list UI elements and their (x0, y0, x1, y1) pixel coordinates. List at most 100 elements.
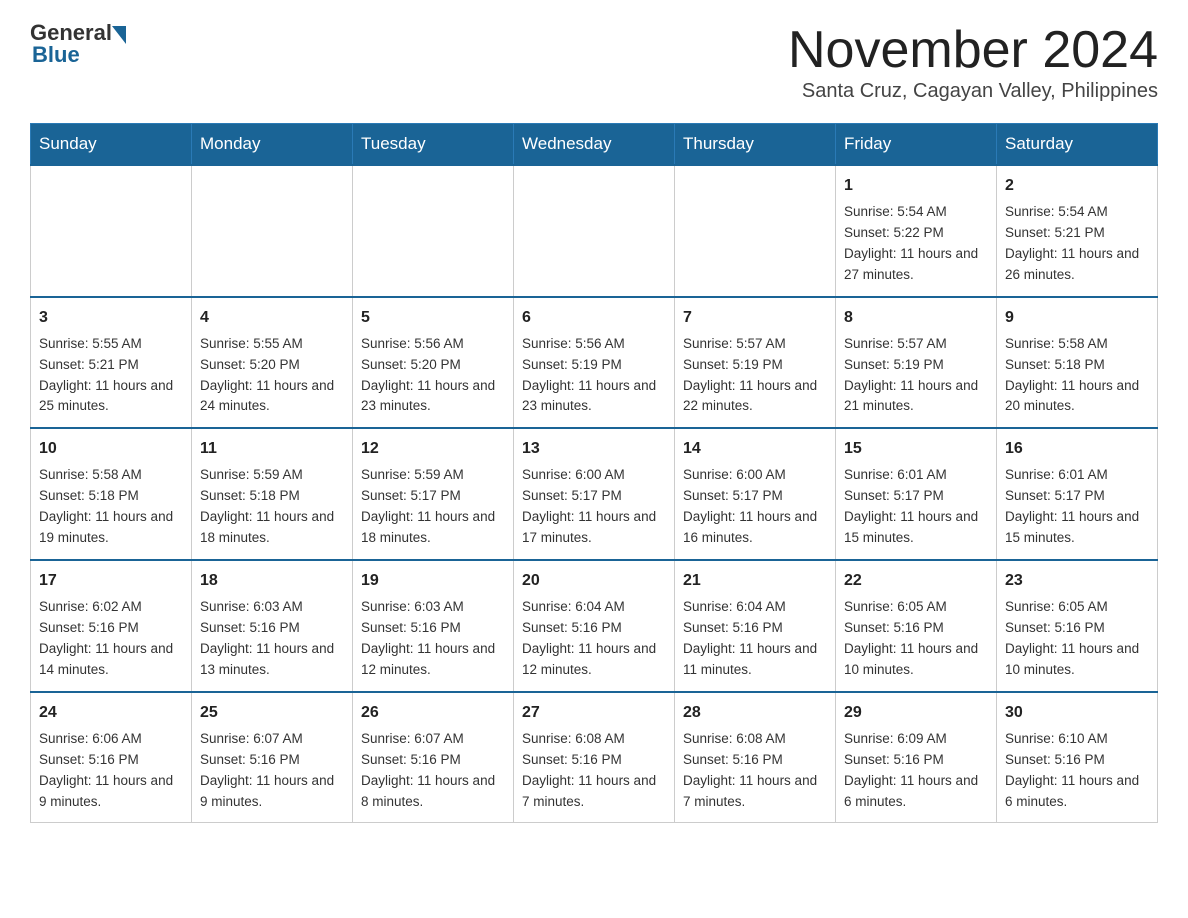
day-info: Sunrise: 5:55 AM Sunset: 5:21 PM Dayligh… (39, 334, 183, 418)
calendar-cell: 16 Sunrise: 6:01 AM Sunset: 5:17 PM Dayli… (997, 428, 1158, 560)
day-number: 3 (39, 306, 183, 330)
calendar-cell: 28 Sunrise: 6:08 AM Sunset: 5:16 PM Dayli… (675, 692, 836, 823)
calendar-week-row: 1 Sunrise: 5:54 AM Sunset: 5:22 PM Daylig… (31, 165, 1158, 297)
title-block: November 2024 Santa Cruz, Cagayan Valley… (788, 20, 1158, 103)
day-number: 4 (200, 306, 344, 330)
calendar-header-row: SundayMondayTuesdayWednesdayThursdayFrid… (31, 124, 1158, 166)
day-number: 9 (1005, 306, 1149, 330)
day-info: Sunrise: 6:09 AM Sunset: 5:16 PM Dayligh… (844, 729, 988, 813)
day-info: Sunrise: 5:58 AM Sunset: 5:18 PM Dayligh… (1005, 334, 1149, 418)
calendar-cell: 22 Sunrise: 6:05 AM Sunset: 5:16 PM Dayli… (836, 560, 997, 692)
column-header-saturday: Saturday (997, 124, 1158, 166)
location-subtitle: Santa Cruz, Cagayan Valley, Philippines (788, 80, 1158, 103)
day-info: Sunrise: 6:01 AM Sunset: 5:17 PM Dayligh… (1005, 465, 1149, 549)
day-number: 21 (683, 569, 827, 593)
day-number: 20 (522, 569, 666, 593)
day-number: 11 (200, 437, 344, 461)
day-number: 8 (844, 306, 988, 330)
day-number: 5 (361, 306, 505, 330)
day-info: Sunrise: 6:10 AM Sunset: 5:16 PM Dayligh… (1005, 729, 1149, 813)
calendar-cell: 11 Sunrise: 5:59 AM Sunset: 5:18 PM Dayli… (192, 428, 353, 560)
day-info: Sunrise: 6:02 AM Sunset: 5:16 PM Dayligh… (39, 597, 183, 681)
calendar-cell: 20 Sunrise: 6:04 AM Sunset: 5:16 PM Dayli… (514, 560, 675, 692)
calendar-cell: 12 Sunrise: 5:59 AM Sunset: 5:17 PM Dayli… (353, 428, 514, 560)
day-info: Sunrise: 6:00 AM Sunset: 5:17 PM Dayligh… (522, 465, 666, 549)
calendar-cell: 24 Sunrise: 6:06 AM Sunset: 5:16 PM Dayli… (31, 692, 192, 823)
day-number: 19 (361, 569, 505, 593)
calendar-cell: 23 Sunrise: 6:05 AM Sunset: 5:16 PM Dayli… (997, 560, 1158, 692)
calendar-week-row: 17 Sunrise: 6:02 AM Sunset: 5:16 PM Dayli… (31, 560, 1158, 692)
calendar-week-row: 10 Sunrise: 5:58 AM Sunset: 5:18 PM Dayli… (31, 428, 1158, 560)
day-number: 7 (683, 306, 827, 330)
day-info: Sunrise: 5:54 AM Sunset: 5:21 PM Dayligh… (1005, 202, 1149, 286)
calendar-cell: 27 Sunrise: 6:08 AM Sunset: 5:16 PM Dayli… (514, 692, 675, 823)
day-number: 2 (1005, 174, 1149, 198)
calendar-cell: 14Sunrise: 6:00 AM Sunset: 5:17 PM Dayli… (675, 428, 836, 560)
logo: General Blue (30, 20, 126, 68)
calendar-cell: 2 Sunrise: 5:54 AM Sunset: 5:21 PM Daylig… (997, 165, 1158, 297)
day-number: 29 (844, 701, 988, 725)
calendar-cell: 19 Sunrise: 6:03 AM Sunset: 5:16 PM Dayli… (353, 560, 514, 692)
day-number: 17 (39, 569, 183, 593)
column-header-sunday: Sunday (31, 124, 192, 166)
day-info: Sunrise: 5:57 AM Sunset: 5:19 PM Dayligh… (844, 334, 988, 418)
logo-blue-text: Blue (32, 42, 126, 68)
calendar-cell: 30 Sunrise: 6:10 AM Sunset: 5:16 PM Dayli… (997, 692, 1158, 823)
day-number: 18 (200, 569, 344, 593)
day-number: 28 (683, 701, 827, 725)
day-number: 22 (844, 569, 988, 593)
day-number: 12 (361, 437, 505, 461)
column-header-friday: Friday (836, 124, 997, 166)
calendar-cell: 1 Sunrise: 5:54 AM Sunset: 5:22 PM Daylig… (836, 165, 997, 297)
day-info: Sunrise: 6:05 AM Sunset: 5:16 PM Dayligh… (1005, 597, 1149, 681)
calendar-cell: 10 Sunrise: 5:58 AM Sunset: 5:18 PM Dayli… (31, 428, 192, 560)
calendar-week-row: 3 Sunrise: 5:55 AM Sunset: 5:21 PM Daylig… (31, 297, 1158, 429)
calendar-cell (675, 165, 836, 297)
calendar-cell: 15Sunrise: 6:01 AM Sunset: 5:17 PM Dayli… (836, 428, 997, 560)
day-number: 1 (844, 174, 988, 198)
day-info: Sunrise: 6:07 AM Sunset: 5:16 PM Dayligh… (200, 729, 344, 813)
day-info: Sunrise: 6:07 AM Sunset: 5:16 PM Dayligh… (361, 729, 505, 813)
column-header-tuesday: Tuesday (353, 124, 514, 166)
day-number: 25 (200, 701, 344, 725)
calendar-cell: 17 Sunrise: 6:02 AM Sunset: 5:16 PM Dayli… (31, 560, 192, 692)
day-info: Sunrise: 6:08 AM Sunset: 5:16 PM Dayligh… (522, 729, 666, 813)
day-number: 14 (683, 437, 827, 461)
day-info: Sunrise: 6:08 AM Sunset: 5:16 PM Dayligh… (683, 729, 827, 813)
day-info: Sunrise: 5:55 AM Sunset: 5:20 PM Dayligh… (200, 334, 344, 418)
day-info: Sunrise: 6:03 AM Sunset: 5:16 PM Dayligh… (361, 597, 505, 681)
day-info: Sunrise: 5:59 AM Sunset: 5:18 PM Dayligh… (200, 465, 344, 549)
day-info: Sunrise: 5:58 AM Sunset: 5:18 PM Dayligh… (39, 465, 183, 549)
calendar-cell (192, 165, 353, 297)
calendar-cell (514, 165, 675, 297)
day-info: Sunrise: 5:59 AM Sunset: 5:17 PM Dayligh… (361, 465, 505, 549)
day-number: 10 (39, 437, 183, 461)
column-header-monday: Monday (192, 124, 353, 166)
calendar-cell: 13 Sunrise: 6:00 AM Sunset: 5:17 PM Dayli… (514, 428, 675, 560)
calendar-cell: 18Sunrise: 6:03 AM Sunset: 5:16 PM Dayli… (192, 560, 353, 692)
day-number: 16 (1005, 437, 1149, 461)
day-number: 6 (522, 306, 666, 330)
day-info: Sunrise: 6:05 AM Sunset: 5:16 PM Dayligh… (844, 597, 988, 681)
day-number: 13 (522, 437, 666, 461)
day-number: 23 (1005, 569, 1149, 593)
day-number: 30 (1005, 701, 1149, 725)
day-info: Sunrise: 5:54 AM Sunset: 5:22 PM Dayligh… (844, 202, 988, 286)
day-number: 15 (844, 437, 988, 461)
calendar-cell: 9 Sunrise: 5:58 AM Sunset: 5:18 PM Daylig… (997, 297, 1158, 429)
column-header-wednesday: Wednesday (514, 124, 675, 166)
day-info: Sunrise: 5:57 AM Sunset: 5:19 PM Dayligh… (683, 334, 827, 418)
calendar-cell (31, 165, 192, 297)
calendar-cell: 26Sunrise: 6:07 AM Sunset: 5:16 PM Dayli… (353, 692, 514, 823)
day-number: 24 (39, 701, 183, 725)
page-header: General Blue November 2024 Santa Cruz, C… (30, 20, 1158, 103)
day-info: Sunrise: 6:04 AM Sunset: 5:16 PM Dayligh… (683, 597, 827, 681)
calendar-cell: 3 Sunrise: 5:55 AM Sunset: 5:21 PM Daylig… (31, 297, 192, 429)
day-number: 27 (522, 701, 666, 725)
day-info: Sunrise: 5:56 AM Sunset: 5:19 PM Dayligh… (522, 334, 666, 418)
day-info: Sunrise: 6:04 AM Sunset: 5:16 PM Dayligh… (522, 597, 666, 681)
column-header-thursday: Thursday (675, 124, 836, 166)
day-info: Sunrise: 6:06 AM Sunset: 5:16 PM Dayligh… (39, 729, 183, 813)
calendar-cell: 6 Sunrise: 5:56 AM Sunset: 5:19 PM Daylig… (514, 297, 675, 429)
day-info: Sunrise: 5:56 AM Sunset: 5:20 PM Dayligh… (361, 334, 505, 418)
